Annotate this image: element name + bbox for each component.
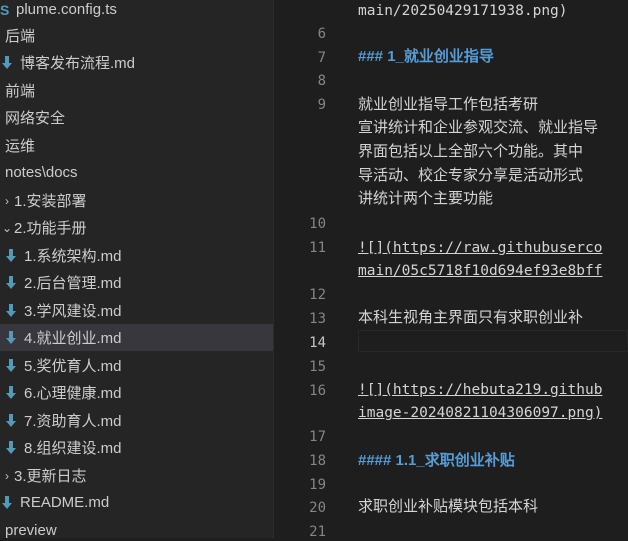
tree-item-folder-backend[interactable]: 后端	[0, 22, 273, 49]
line-number: 9	[317, 97, 326, 113]
ts-file-icon: S	[0, 1, 10, 18]
code-line: 导活动、校企专家分享是活动形式	[358, 167, 584, 184]
tree-item-file-2[interactable]: 2.后台管理.md	[0, 269, 273, 296]
markdown-download-icon	[6, 385, 16, 399]
code-line-heading: #### 1.1_求职创业补贴	[358, 452, 515, 469]
tree-item-folder-install[interactable]: › 1.安装部署	[0, 187, 273, 214]
tree-item-label: plume.config.ts	[16, 1, 117, 18]
tree-item-folder-preview[interactable]: preview	[0, 517, 273, 538]
editor-text-area[interactable]: main/20250429171938.png) ### 1_就业创业指导 就业…	[358, 0, 628, 538]
code-line: 界面包括以上全部六个功能。其中	[358, 143, 584, 160]
tree-item-label: 网络安全	[5, 110, 66, 127]
tree-item-label: 8.组织建设.md	[24, 440, 122, 457]
line-number: 16	[309, 383, 326, 399]
line-number-gutter: 6 7 8 9 10 11 12 13 14 15 16 17 18 19 20…	[274, 0, 346, 540]
tree-item-label: 4.就业创业.md	[24, 330, 122, 347]
code-line-link[interactable]: main/05c5718f10d694ef93e8bff	[358, 260, 602, 282]
tree-item-label: 3.更新日志	[14, 468, 87, 485]
markdown-download-icon	[6, 413, 16, 427]
line-number: 18	[309, 453, 326, 469]
line-number: 8	[317, 73, 326, 89]
code-line-link[interactable]: ![](https://raw.githubuserco	[358, 237, 602, 259]
tree-item-file-5[interactable]: 5.奖优育人.md	[0, 352, 273, 379]
code-line: 讲统计两个主要功能	[358, 190, 494, 207]
line-number: 6	[317, 26, 326, 42]
markdown-download-icon	[2, 55, 12, 69]
markdown-download-icon	[6, 330, 16, 344]
code-line: main/20250429171938.png)	[358, 3, 568, 19]
markdown-download-icon	[6, 275, 16, 289]
tree-item-label: 运维	[5, 138, 36, 155]
tree-item-label: 6.心理健康.md	[24, 385, 122, 402]
markdown-download-icon	[6, 303, 16, 317]
file-explorer: S plume.config.ts 后端 博客发布流程.md 前端 网络安全 运…	[0, 0, 273, 538]
code-line: 宣讲统计和企业参观交流、就业指导	[358, 119, 599, 136]
chevron-down-icon: ⌄	[1, 220, 13, 235]
tree-item-label: 2.后台管理.md	[24, 275, 122, 292]
tree-item-file-8[interactable]: 8.组织建设.md	[0, 434, 273, 461]
markdown-download-icon	[6, 440, 16, 454]
tree-item-label: 1.安装部署	[14, 193, 87, 210]
line-number: 17	[309, 429, 326, 445]
tree-item-folder-security[interactable]: 网络安全	[0, 104, 273, 131]
tree-item-label: notes\docs	[5, 164, 78, 181]
tree-item-folder-ops[interactable]: 运维	[0, 132, 273, 159]
markdown-download-icon	[6, 248, 16, 262]
line-number: 19	[309, 477, 326, 493]
tree-item-file-7[interactable]: 7.资助育人.md	[0, 407, 273, 434]
tree-item-label: 2.功能手册	[14, 220, 87, 237]
line-number: 21	[309, 524, 326, 540]
tree-item-folder-frontend[interactable]: 前端	[0, 77, 273, 104]
markdown-download-icon	[2, 495, 12, 509]
tree-item-label: 博客发布流程.md	[20, 55, 136, 72]
code-line: 就业创业指导工作包括考研	[358, 96, 539, 113]
tree-item-label: 5.奖优育人.md	[24, 358, 122, 375]
line-number: 7	[317, 50, 326, 66]
tree-item-label: 3.学风建设.md	[24, 303, 122, 320]
tree-item-label: 前端	[5, 83, 36, 100]
tree-item-label: preview	[5, 522, 57, 538]
tree-item-file-3[interactable]: 3.学风建设.md	[0, 297, 273, 324]
code-line: 求职创业补贴模块包括本科	[358, 498, 539, 515]
chevron-right-icon: ›	[5, 468, 9, 483]
tree-item-plume-config[interactable]: S plume.config.ts	[0, 0, 273, 23]
line-number: 15	[309, 359, 326, 375]
tree-item-label: 1.系统架构.md	[24, 248, 122, 265]
code-line-link[interactable]: ![](https://hebuta219.github	[358, 379, 602, 401]
tree-item-file-4-selected[interactable]: 4.就业创业.md	[0, 324, 273, 351]
tree-item-blog-publish[interactable]: 博客发布流程.md	[0, 49, 273, 76]
tree-item-folder-manual[interactable]: ⌄ 2.功能手册	[0, 214, 273, 241]
line-number: 13	[309, 311, 326, 327]
line-number: 11	[309, 240, 326, 256]
chevron-right-icon: ›	[5, 193, 9, 208]
line-number-active: 14	[309, 335, 326, 351]
tree-item-file-6[interactable]: 6.心理健康.md	[0, 379, 273, 406]
code-line-heading: ### 1_就业创业指导	[358, 48, 494, 65]
tree-item-readme[interactable]: README.md	[0, 489, 273, 516]
tree-item-label: 后端	[5, 28, 36, 45]
code-line: 本科生视角主界面只有求职创业补	[358, 309, 584, 326]
tree-item-folder-notes-docs[interactable]: notes\docs	[0, 159, 273, 186]
line-number: 20	[309, 500, 326, 516]
code-line-link[interactable]: image-20240821104306097.png)	[358, 402, 602, 424]
tree-item-label: README.md	[20, 494, 110, 511]
tree-item-file-1[interactable]: 1.系统架构.md	[0, 242, 273, 269]
line-number: 12	[309, 287, 326, 303]
markdown-download-icon	[6, 358, 16, 372]
tree-item-label: 7.资助育人.md	[24, 413, 122, 430]
tree-item-folder-changelog[interactable]: › 3.更新日志	[0, 462, 273, 489]
line-number: 10	[309, 216, 326, 232]
